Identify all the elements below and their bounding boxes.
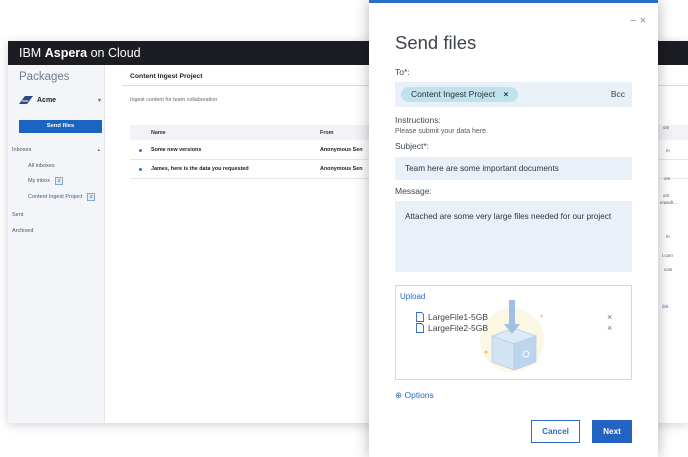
remove-file-icon[interactable]: × (607, 323, 612, 333)
package-sender: Anonymous Sen (320, 147, 363, 153)
column-header-from[interactable]: From (320, 130, 333, 136)
package-name: Some new versions (151, 147, 202, 153)
file-icon (416, 312, 424, 322)
sidebar-item-all-inboxes[interactable]: All inboxes (28, 163, 55, 169)
upload-label: Upload (400, 292, 426, 301)
chevron-down-icon: ▾ (97, 98, 101, 104)
recipient-chip-label: Content Ingest Project (411, 89, 496, 99)
upload-dropzone[interactable]: Upload LargeFile1-5GB × LargeFile2-5GB × (395, 285, 632, 380)
window-controls[interactable]: −× (630, 15, 649, 27)
count-badge: 2 (86, 193, 96, 201)
app-title-prefix: IBM (19, 46, 42, 60)
text-fragment: m (666, 148, 670, 153)
file-name: LargeFile1-5GB (428, 312, 489, 322)
instructions-label: Instructions: (395, 115, 441, 125)
send-files-button[interactable]: Send files (19, 120, 102, 133)
remove-file-icon[interactable]: × (607, 312, 612, 322)
sidebar-item-content-ingest-project[interactable]: Content Ingest Project 2 (28, 193, 96, 201)
file-item: LargeFile1-5GB × (416, 312, 626, 322)
sidebar-item-label: My inbox (28, 178, 51, 184)
send-files-dialog: −× Send files To*: Content Ingest Projec… (369, 0, 658, 457)
message-label: Message: (395, 186, 432, 196)
text-fragment: om (664, 176, 671, 181)
dialog-title: Send files (395, 32, 477, 53)
app-title-suffix: on Cloud (90, 46, 141, 60)
next-button[interactable]: Next (592, 420, 632, 443)
text-fragment-link[interactable]: link (662, 304, 669, 309)
sidebar-title: Packages (19, 71, 70, 83)
remove-recipient-icon[interactable]: × (503, 89, 508, 99)
app-title-brand: Aspera (44, 46, 88, 60)
cancel-button[interactable]: Cancel (531, 420, 580, 443)
bcc-toggle[interactable]: Bcc (611, 89, 625, 99)
text-fragment: om (663, 193, 670, 198)
org-selector[interactable]: Acme ▾ (19, 95, 103, 109)
subject-field[interactable]: Team here are some important documents (395, 157, 632, 180)
file-item: LargeFile2-5GB × (416, 323, 626, 333)
options-toggle[interactable]: ⊕ Options (395, 390, 434, 401)
page-title: Content Ingest Project (130, 73, 203, 80)
count-badge: 3 (54, 177, 64, 185)
sidebar: Packages Acme ▾ Send files Inboxes ▴ All… (8, 65, 105, 423)
text-fragment: com (664, 267, 673, 272)
text-fragment: erasoft... (660, 200, 678, 205)
sidebar-item-my-inbox[interactable]: My inbox 3 (28, 177, 64, 185)
package-name: James, here is the data you requested (151, 166, 249, 172)
column-header-name[interactable]: Name (151, 130, 166, 136)
sidebar-item-label: Inboxes (12, 147, 32, 153)
text-fragment: m (666, 234, 670, 239)
sidebar-item-label: All inboxes (28, 163, 55, 169)
sidebar-item-label: Content Ingest Project (28, 194, 83, 200)
message-value: Attached are some very large files neede… (405, 212, 612, 221)
recipients-field[interactable]: Content Ingest Project × Bcc (395, 82, 632, 107)
sidebar-item-sent[interactable]: Sent (12, 212, 23, 218)
file-name: LargeFile2-5GB (428, 323, 489, 333)
sidebar-item-archived[interactable]: Archived (12, 228, 33, 234)
to-label: To*: (395, 67, 410, 77)
subject-value: Team here are some important documents (405, 164, 559, 173)
package-sender: Anonymous Sen (320, 166, 363, 172)
chevron-up-icon: ▴ (97, 147, 100, 153)
subject-label: Subject*: (395, 141, 430, 151)
unread-dot-icon (139, 149, 142, 152)
org-logo-icon (19, 96, 33, 104)
page-description: Ingest content for team collaboration (130, 97, 218, 103)
upload-box-illustration-icon (480, 300, 544, 372)
unread-dot-icon (139, 168, 142, 171)
file-icon (416, 323, 424, 333)
sidebar-item-inboxes[interactable]: Inboxes ▴ (12, 147, 102, 153)
message-field[interactable]: Attached are some very large files neede… (395, 201, 632, 272)
recipient-chip[interactable]: Content Ingest Project × (401, 87, 519, 102)
org-name: Acme (37, 97, 57, 104)
instructions-text: Please submit your data here. (395, 128, 488, 135)
text-fragment: t.com (662, 253, 673, 258)
text-fragment: om (663, 125, 670, 130)
